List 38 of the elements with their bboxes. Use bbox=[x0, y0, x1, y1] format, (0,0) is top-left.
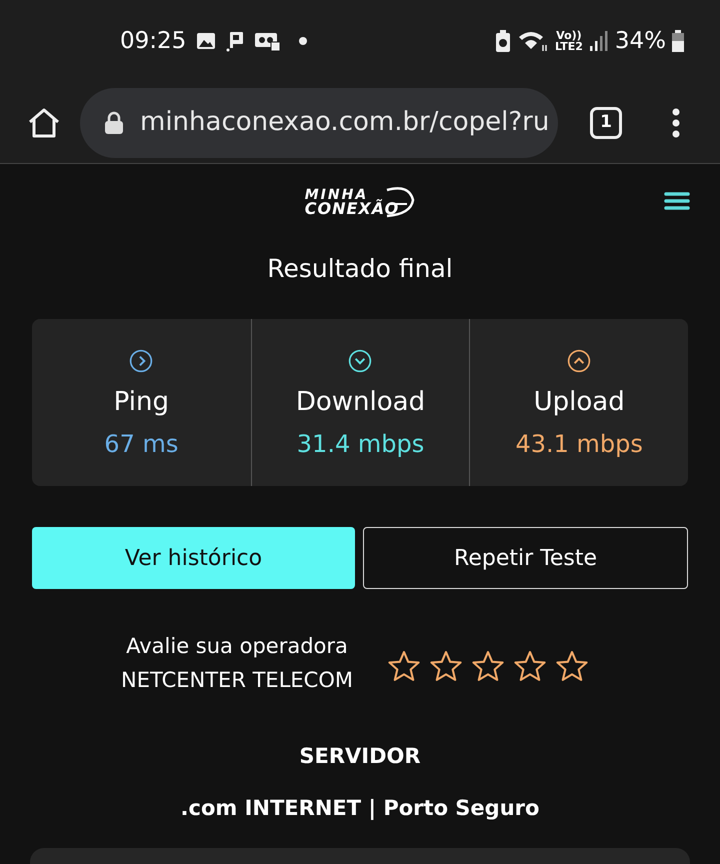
operator-name: NETCENTER TELECOM bbox=[121, 667, 353, 694]
metric-value: 67 ms bbox=[104, 429, 178, 460]
star-icon[interactable] bbox=[512, 650, 547, 682]
metric-label: Download bbox=[296, 386, 426, 419]
image-icon bbox=[196, 32, 216, 50]
server-name: .com INTERNET | Porto Seguro bbox=[180, 794, 540, 822]
url-text: minhaconexao.com.br/copel?ru bbox=[140, 106, 550, 139]
signal-icon bbox=[588, 30, 609, 52]
lock-icon bbox=[104, 110, 124, 134]
star-icon[interactable] bbox=[386, 650, 421, 682]
retest-button[interactable]: Repetir Teste bbox=[363, 527, 688, 589]
logo-text: MINHA bbox=[304, 188, 368, 202]
server-heading: SERVIDOR bbox=[298, 743, 422, 770]
metric-value: 43.1 mbps bbox=[515, 429, 643, 460]
metric-label: Ping bbox=[114, 386, 169, 419]
clock-time: 09:25 bbox=[120, 26, 186, 56]
battery-icon bbox=[672, 29, 684, 53]
wifi-icon bbox=[517, 29, 549, 53]
dot-icon bbox=[298, 36, 308, 46]
network-label: Vo)) LTE2 bbox=[555, 30, 583, 52]
rating-prompt: Avalie sua operadora bbox=[126, 633, 348, 660]
battery-percent: 34% bbox=[614, 26, 666, 56]
voicemail-icon bbox=[254, 30, 282, 52]
page-title: Resultado final bbox=[266, 253, 454, 285]
battery-saver-icon bbox=[495, 29, 511, 53]
home-icon bbox=[27, 106, 61, 138]
menu-icon bbox=[664, 191, 690, 211]
tabs-button[interactable]: 1 bbox=[590, 106, 622, 138]
history-button[interactable]: Ver histórico bbox=[32, 527, 355, 589]
metric-value: 31.4 mbps bbox=[296, 429, 424, 460]
star-icon[interactable] bbox=[554, 650, 589, 682]
star-icon[interactable] bbox=[428, 650, 463, 682]
menu-button[interactable] bbox=[664, 190, 690, 212]
address-bar[interactable]: minhaconexao.com.br/copel?ru bbox=[80, 88, 558, 158]
metric-label: Upload bbox=[534, 386, 625, 419]
star-icon[interactable] bbox=[470, 650, 505, 682]
site-logo[interactable]: MINHA CONEXÃO bbox=[304, 186, 416, 218]
more-icon bbox=[671, 106, 681, 138]
